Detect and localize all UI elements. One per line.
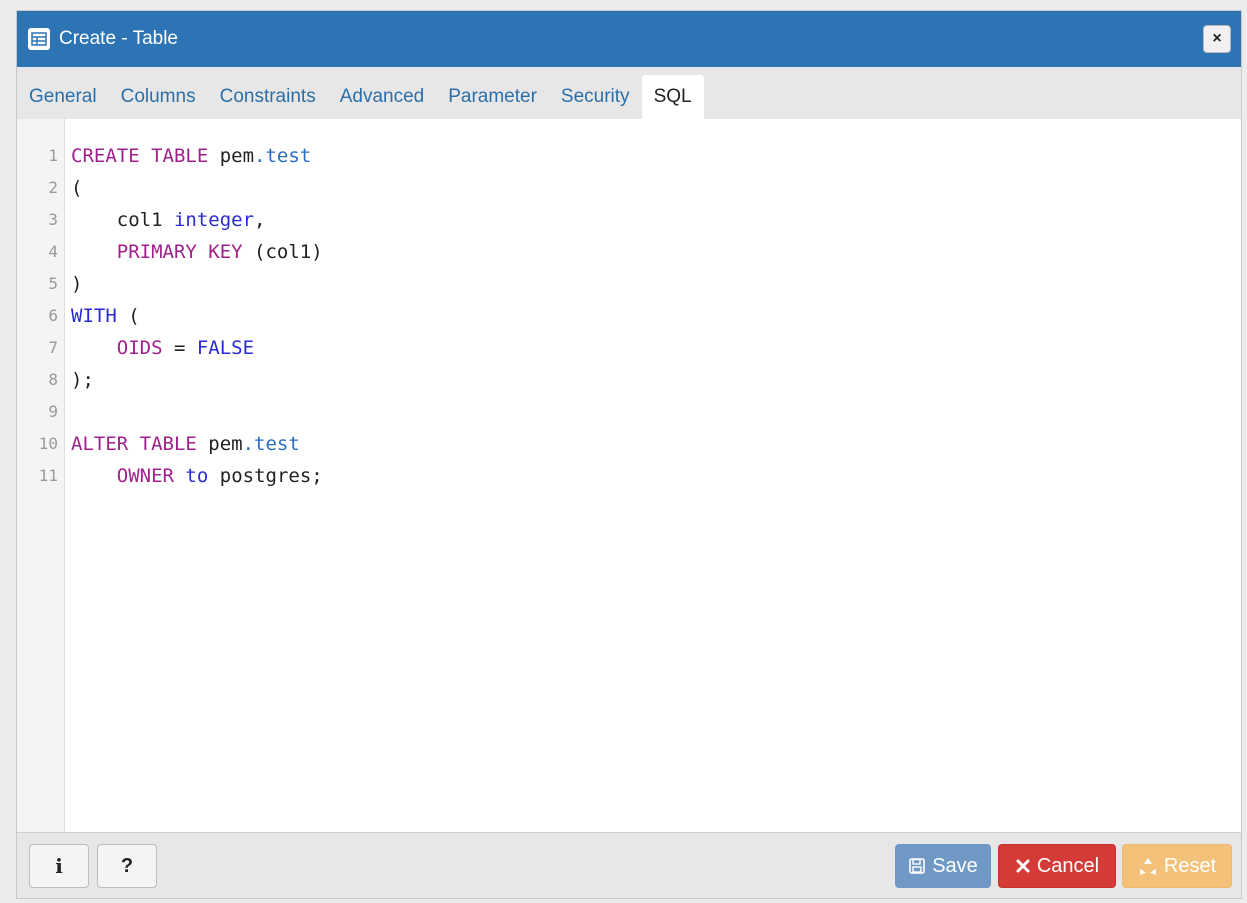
tab-columns[interactable]: Columns [109,75,208,119]
info-icon: i [55,854,63,878]
cancel-button[interactable]: Cancel [998,844,1116,888]
line-number: 1 [48,146,58,165]
line-number: 10 [38,434,58,453]
help-button[interactable]: ? [97,844,157,888]
code-token: WITH [71,305,117,327]
line-number: 8 [48,370,58,389]
code-token: OIDS [116,337,163,359]
code-token: OWNER [116,465,174,487]
reset-button[interactable]: Reset [1122,844,1232,888]
close-button[interactable]: × [1203,25,1231,53]
code-token: PRIMARY KEY [116,241,243,263]
create-table-dialog: Create - Table × General Columns Constra… [16,10,1242,899]
code-token: ); [71,369,94,391]
reset-label: Reset [1163,854,1217,877]
line-number: 2 [48,178,58,197]
sql-editor[interactable]: 1 2 3 4 5 6 7 8 9 10 11 CREATE TABLE pem.test( col… [17,119,1241,833]
line-number: 5 [48,274,58,293]
code-token: integer [173,209,255,231]
code-line[interactable]: ALTER TABLE pem.test [71,428,1241,460]
tab-parameter[interactable]: Parameter [436,75,549,119]
info-button[interactable]: i [29,844,89,888]
code-token: postgres; [208,465,323,487]
code-line[interactable]: ( [71,172,1241,204]
dialog-title: Create - Table [59,28,178,49]
code-token: ( [71,177,83,199]
floppy-disk-icon [908,857,926,875]
code-line[interactable]: col1 integer, [71,204,1241,236]
sql-code-area[interactable]: CREATE TABLE pem.test( col1 integer, PRI… [65,119,1241,833]
tab-security[interactable]: Security [549,75,642,119]
code-token: ( [116,305,140,327]
line-number: 4 [48,242,58,261]
code-line[interactable]: ); [71,364,1241,396]
code-token: = [162,337,197,359]
code-line[interactable]: PRIMARY KEY (col1) [71,236,1241,268]
recycle-icon [1138,856,1158,876]
line-number: 6 [48,306,58,325]
line-number: 3 [48,210,58,229]
code-token: , [254,209,266,231]
line-number: 9 [48,402,58,421]
code-line[interactable] [71,396,1241,428]
code-token: (col1) [242,241,323,263]
save-button[interactable]: Save [895,844,991,888]
tab-constraints[interactable]: Constraints [208,75,328,119]
code-token: to [185,465,209,487]
tab-bar: General Columns Constraints Advanced Par… [17,67,1241,119]
tab-general[interactable]: General [17,75,109,119]
code-line[interactable]: CREATE TABLE pem.test [71,140,1241,172]
code-line[interactable]: OIDS = FALSE [71,332,1241,364]
save-label: Save [932,854,978,877]
help-icon: ? [120,854,134,877]
code-token: CREATE TABLE [71,145,209,167]
code-token: .test [254,145,312,167]
dialog-titlebar: Create - Table × [17,11,1241,67]
code-token: col1 [71,209,174,231]
code-token: pem [196,433,243,455]
code-token: ) [71,273,83,295]
code-line[interactable]: ) [71,268,1241,300]
tab-advanced[interactable]: Advanced [328,75,437,119]
code-line[interactable]: WITH ( [71,300,1241,332]
code-token: pem [208,145,255,167]
dialog-footer: i ? Save Cancel Reset [17,832,1241,898]
line-number-gutter: 1 2 3 4 5 6 7 8 9 10 11 [17,119,65,833]
cancel-label: Cancel [1036,854,1100,877]
table-icon [28,28,50,50]
x-icon [1015,858,1031,874]
tab-sql[interactable]: SQL [641,75,704,119]
code-line[interactable]: OWNER to postgres; [71,460,1241,492]
code-token: .test [242,433,300,455]
line-number: 7 [48,338,58,357]
code-token: FALSE [196,337,255,359]
line-number: 11 [38,466,58,485]
code-token: ALTER TABLE [71,433,197,455]
